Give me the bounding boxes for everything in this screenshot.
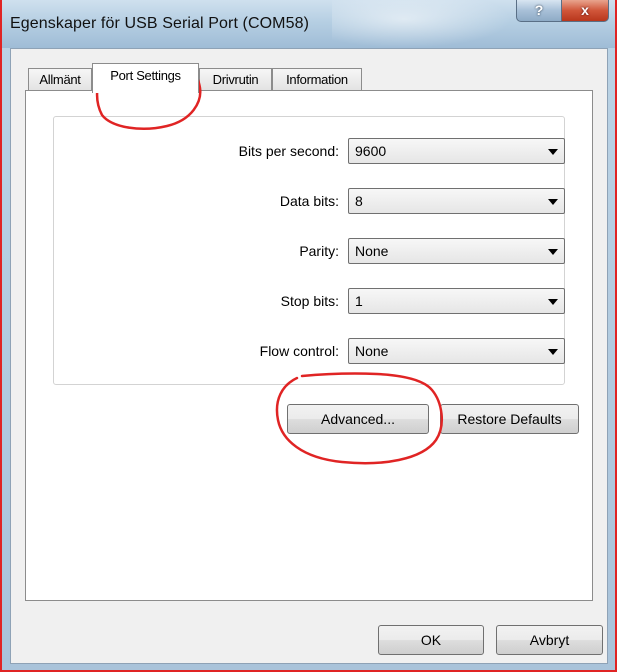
chevron-down-icon	[548, 299, 558, 305]
tab-port-settings[interactable]: Port Settings	[92, 63, 199, 93]
cancel-button[interactable]: Avbryt	[496, 625, 603, 655]
properties-dialog: Egenskaper för USB Serial Port (COM58) ?…	[0, 0, 617, 672]
data-bits-value: 8	[355, 193, 363, 209]
close-button[interactable]: x	[561, 0, 609, 22]
dialog-client-area: Allmänt Port Settings Drivrutin Informat…	[10, 48, 608, 664]
port-settings-panel: Bits per second: 9600 Data bits: 8 Parit…	[25, 90, 593, 601]
chevron-down-icon	[548, 149, 558, 155]
help-button[interactable]: ?	[516, 0, 562, 22]
bits-per-second-select[interactable]: 9600	[348, 138, 565, 164]
chevron-down-icon	[548, 249, 558, 255]
bits-per-second-label: Bits per second:	[238, 143, 339, 159]
stop-bits-label: Stop bits:	[280, 293, 339, 309]
parity-value: None	[355, 243, 389, 259]
tab-drivrutin[interactable]: Drivrutin	[199, 68, 272, 90]
bits-per-second-value: 9600	[355, 143, 387, 159]
chevron-down-icon	[548, 199, 558, 205]
flow-control-select[interactable]: None	[348, 338, 565, 364]
data-bits-select[interactable]: 8	[348, 188, 565, 214]
restore-defaults-button[interactable]: Restore Defaults	[440, 404, 579, 434]
ok-button[interactable]: OK	[378, 625, 484, 655]
parity-select[interactable]: None	[348, 238, 565, 264]
close-icon: x	[581, 2, 589, 18]
parity-label: Parity:	[299, 243, 339, 259]
advanced-button[interactable]: Advanced...	[287, 404, 429, 434]
flow-control-label: Flow control:	[259, 343, 339, 359]
chevron-down-icon	[548, 349, 558, 355]
stop-bits-select[interactable]: 1	[348, 288, 565, 314]
window-title: Egenskaper för USB Serial Port (COM58)	[10, 15, 310, 32]
title-bar[interactable]: Egenskaper för USB Serial Port (COM58) ?…	[2, 0, 615, 48]
flow-control-value: None	[355, 343, 389, 359]
stop-bits-value: 1	[355, 293, 363, 309]
tab-information[interactable]: Information	[272, 68, 362, 90]
tab-allmant[interactable]: Allmänt	[28, 68, 92, 90]
settings-group: Bits per second: 9600 Data bits: 8 Parit…	[53, 116, 565, 385]
help-icon: ?	[534, 2, 544, 18]
data-bits-label: Data bits:	[279, 193, 339, 209]
